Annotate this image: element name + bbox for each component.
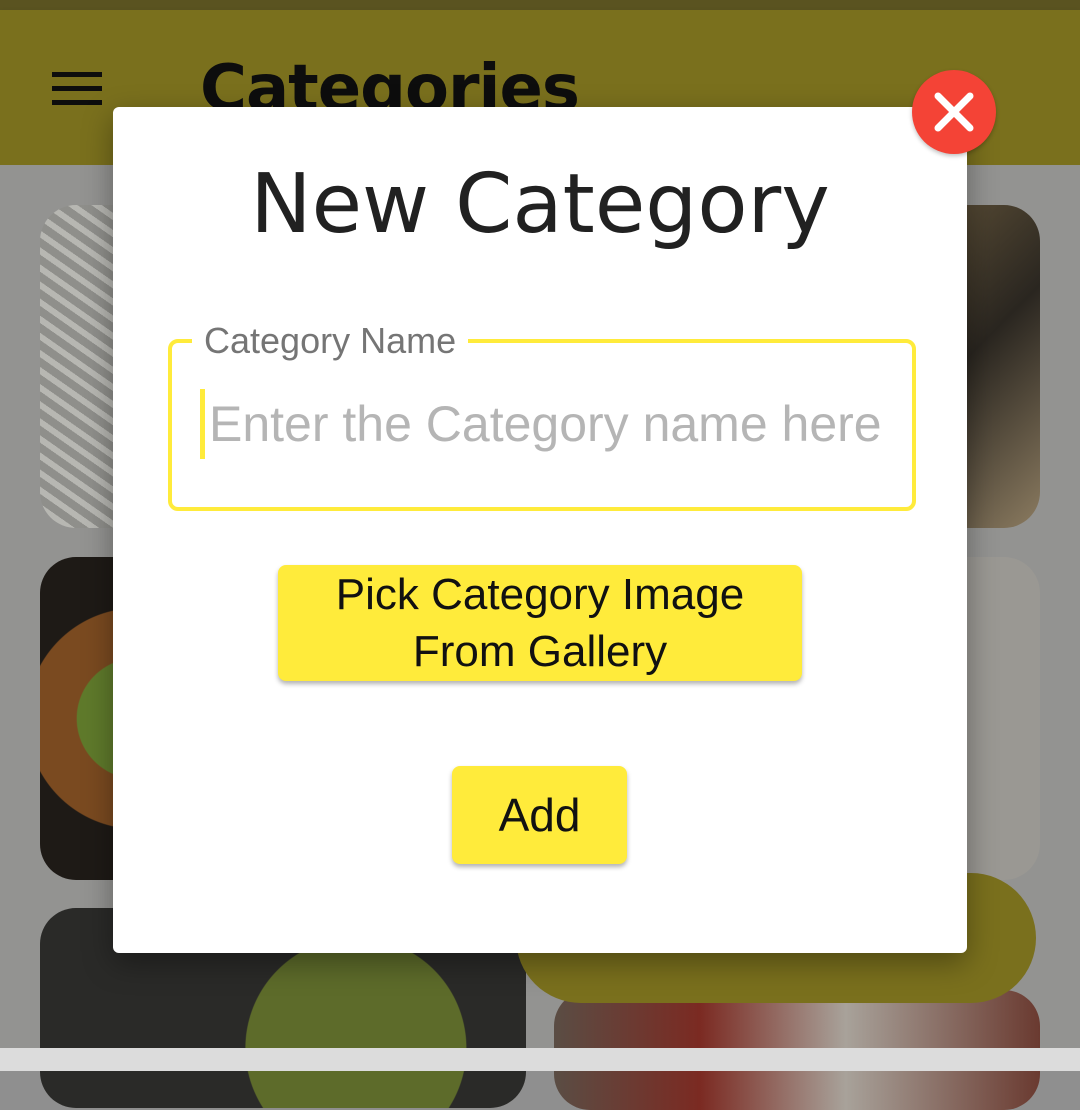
category-name-field: Category Name xyxy=(168,319,916,511)
dialog-title: New Category xyxy=(250,157,830,252)
close-dialog-button[interactable] xyxy=(912,70,996,154)
new-category-dialog: New Category Category Name Pick Category… xyxy=(113,107,967,953)
close-icon xyxy=(934,92,974,132)
category-name-label: Category Name xyxy=(192,319,469,363)
pick-image-label-line1: Pick Category Image xyxy=(335,570,745,619)
hamburger-menu-icon[interactable] xyxy=(52,72,102,108)
category-name-input[interactable] xyxy=(200,389,909,459)
pick-image-label-line2: From Gallery xyxy=(412,627,668,676)
add-button[interactable]: Add xyxy=(452,766,627,864)
pick-image-button[interactable]: Pick Category Image From Gallery xyxy=(278,565,802,681)
system-nav-bar xyxy=(0,1048,1080,1071)
status-bar xyxy=(0,0,1080,10)
